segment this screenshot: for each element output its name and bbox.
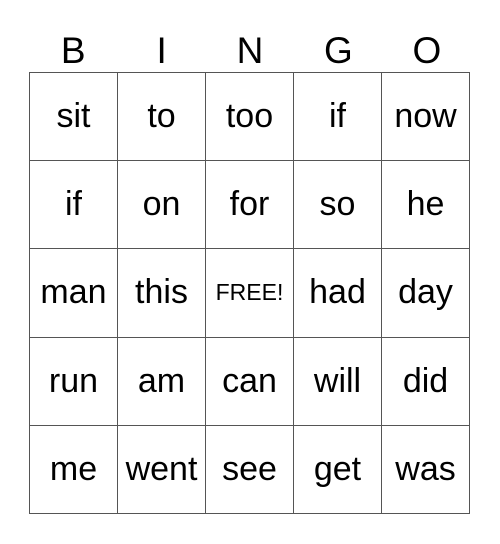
header-letter: N [236,30,264,71]
header-letter: I [156,30,167,71]
header-letter: O [412,30,442,71]
bingo-cell: now [382,73,470,162]
bingo-cell: am [118,337,206,426]
header-letter: G [324,30,353,71]
bingo-cell: me [30,425,118,514]
bingo-cell: this [118,249,206,338]
bingo-cell: did [382,337,470,426]
bingo-cell: for [206,161,294,250]
free-space: FREE! [206,249,294,338]
bingo-cell: if [294,73,382,162]
bingo-cell: was [382,425,470,514]
bingo-cell: on [118,161,206,250]
bingo-cell: can [206,337,294,426]
bingo-cell: run [30,337,118,426]
bingo-cell: went [118,425,206,514]
bingo-cell: see [206,425,294,514]
bingo-cell: will [294,337,382,426]
bingo-cell: had [294,249,382,338]
bingo-cell: too [206,73,294,162]
header-letter: B [60,30,86,71]
bingo-cell: sit [30,73,118,162]
bingo-cell: get [294,425,382,514]
bingo-grid: sit to too if now if on for so he man this FREE! had d… [29,72,470,514]
bingo-cell: if [30,161,118,250]
bingo-cell: day [382,249,470,338]
bingo-header: BINGO [29,30,471,72]
bingo-cell: so [294,161,382,250]
bingo-cell: he [382,161,470,250]
bingo-cell: man [30,249,118,338]
bingo-cell: to [118,73,206,162]
